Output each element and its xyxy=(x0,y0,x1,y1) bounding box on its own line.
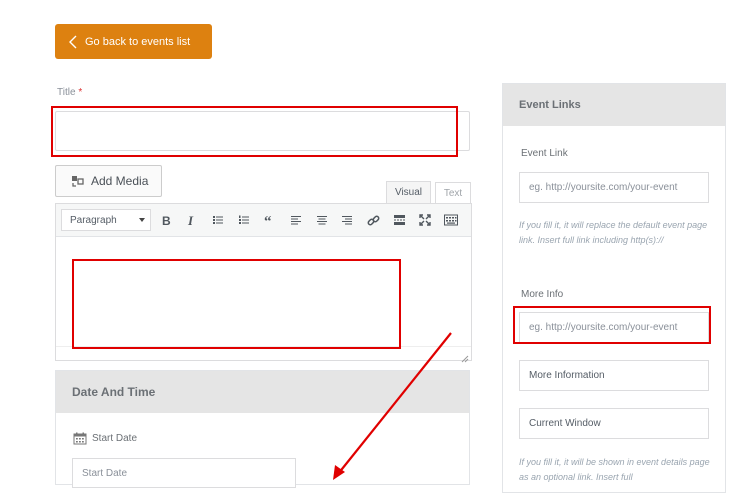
more-info-title-input[interactable]: More Information xyxy=(519,360,709,391)
add-media-label: Add Media xyxy=(91,174,149,188)
fullscreen-icon[interactable] xyxy=(416,211,434,229)
event-links-panel-title: Event Links xyxy=(503,84,725,126)
more-info-help-text: If you fill it, it will be shown in even… xyxy=(519,457,710,482)
editor-content-area[interactable] xyxy=(56,238,471,346)
italic-icon[interactable]: I xyxy=(182,211,200,229)
chevron-left-icon xyxy=(69,35,77,49)
media-icon xyxy=(71,175,85,188)
chevron-down-icon xyxy=(139,218,145,222)
bullet-list-icon[interactable] xyxy=(209,211,227,229)
editor-statusbar xyxy=(56,346,471,360)
title-label-text: Title xyxy=(57,87,76,98)
read-more-icon[interactable] xyxy=(390,211,408,229)
numbered-list-icon[interactable] xyxy=(235,211,253,229)
start-date-input[interactable]: Start Date xyxy=(72,458,296,488)
start-date-label-text: Start Date xyxy=(92,433,138,444)
align-center-icon[interactable] xyxy=(313,211,331,229)
toolbar-toggle-icon[interactable] xyxy=(442,211,460,229)
title-label: Title * xyxy=(57,87,82,98)
required-mark: * xyxy=(78,87,83,98)
link-icon[interactable] xyxy=(364,211,382,229)
back-button-label: Go back to events list xyxy=(85,35,191,48)
blockquote-icon[interactable]: “ xyxy=(261,211,279,229)
date-time-panel-title: Date And Time xyxy=(56,371,469,413)
add-media-button[interactable]: Add Media xyxy=(55,165,162,197)
more-info-link-input[interactable]: eg. http://yoursite.com/your-event xyxy=(519,312,709,343)
align-right-icon[interactable] xyxy=(338,211,356,229)
svg-text:B: B xyxy=(162,214,171,226)
tab-text[interactable]: Text xyxy=(435,182,471,204)
more-info-label: More Info xyxy=(521,289,564,300)
tab-visual[interactable]: Visual xyxy=(386,181,431,203)
resize-handle-icon[interactable] xyxy=(461,350,469,363)
event-link-label: Event Link xyxy=(521,148,568,159)
bold-icon[interactable]: B xyxy=(157,211,175,229)
calendar-icon xyxy=(73,432,87,445)
svg-text:I: I xyxy=(187,214,194,226)
format-select[interactable]: Paragraph xyxy=(61,209,151,231)
align-left-icon[interactable] xyxy=(287,211,305,229)
more-info-target-select[interactable]: Current Window xyxy=(519,408,709,439)
event-link-help-text: If you fill it, it will replace the defa… xyxy=(519,220,708,245)
svg-text:“: “ xyxy=(264,214,272,226)
event-link-input[interactable]: eg. http://yoursite.com/your-event xyxy=(519,172,709,203)
format-select-value: Paragraph xyxy=(70,214,117,226)
start-date-label: Start Date xyxy=(73,432,137,445)
back-to-events-button[interactable]: Go back to events list xyxy=(55,24,212,59)
title-input[interactable] xyxy=(55,111,470,151)
